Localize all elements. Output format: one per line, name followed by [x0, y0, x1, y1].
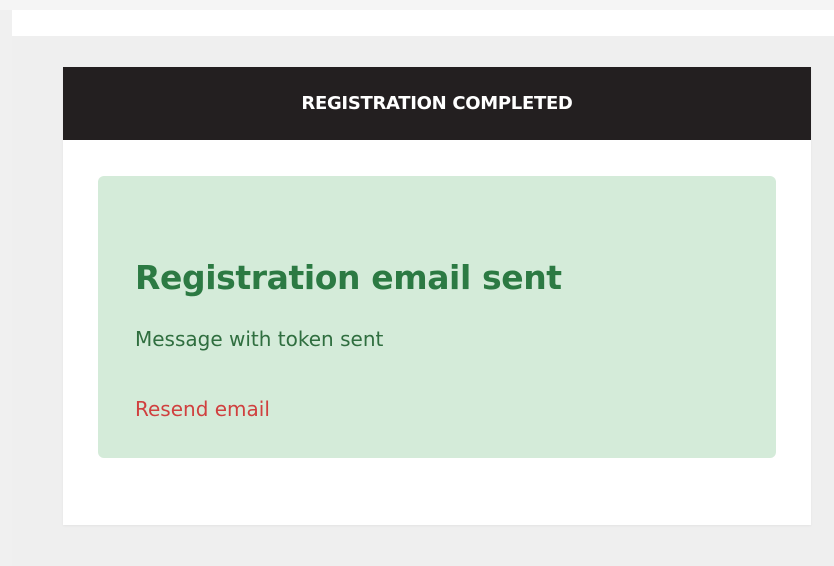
card-header: REGISTRATION COMPLETED [63, 67, 811, 140]
resend-email-link[interactable]: Resend email [135, 397, 270, 421]
card-header-title: REGISTRATION COMPLETED [301, 93, 573, 114]
alert-title: Registration email sent [135, 258, 562, 297]
success-alert: Registration email sent Message with tok… [98, 176, 776, 458]
alert-message: Message with token sent [135, 327, 384, 351]
top-band [12, 10, 834, 36]
registration-card: REGISTRATION COMPLETED Registration emai… [63, 67, 811, 525]
top-strip [0, 0, 834, 10]
